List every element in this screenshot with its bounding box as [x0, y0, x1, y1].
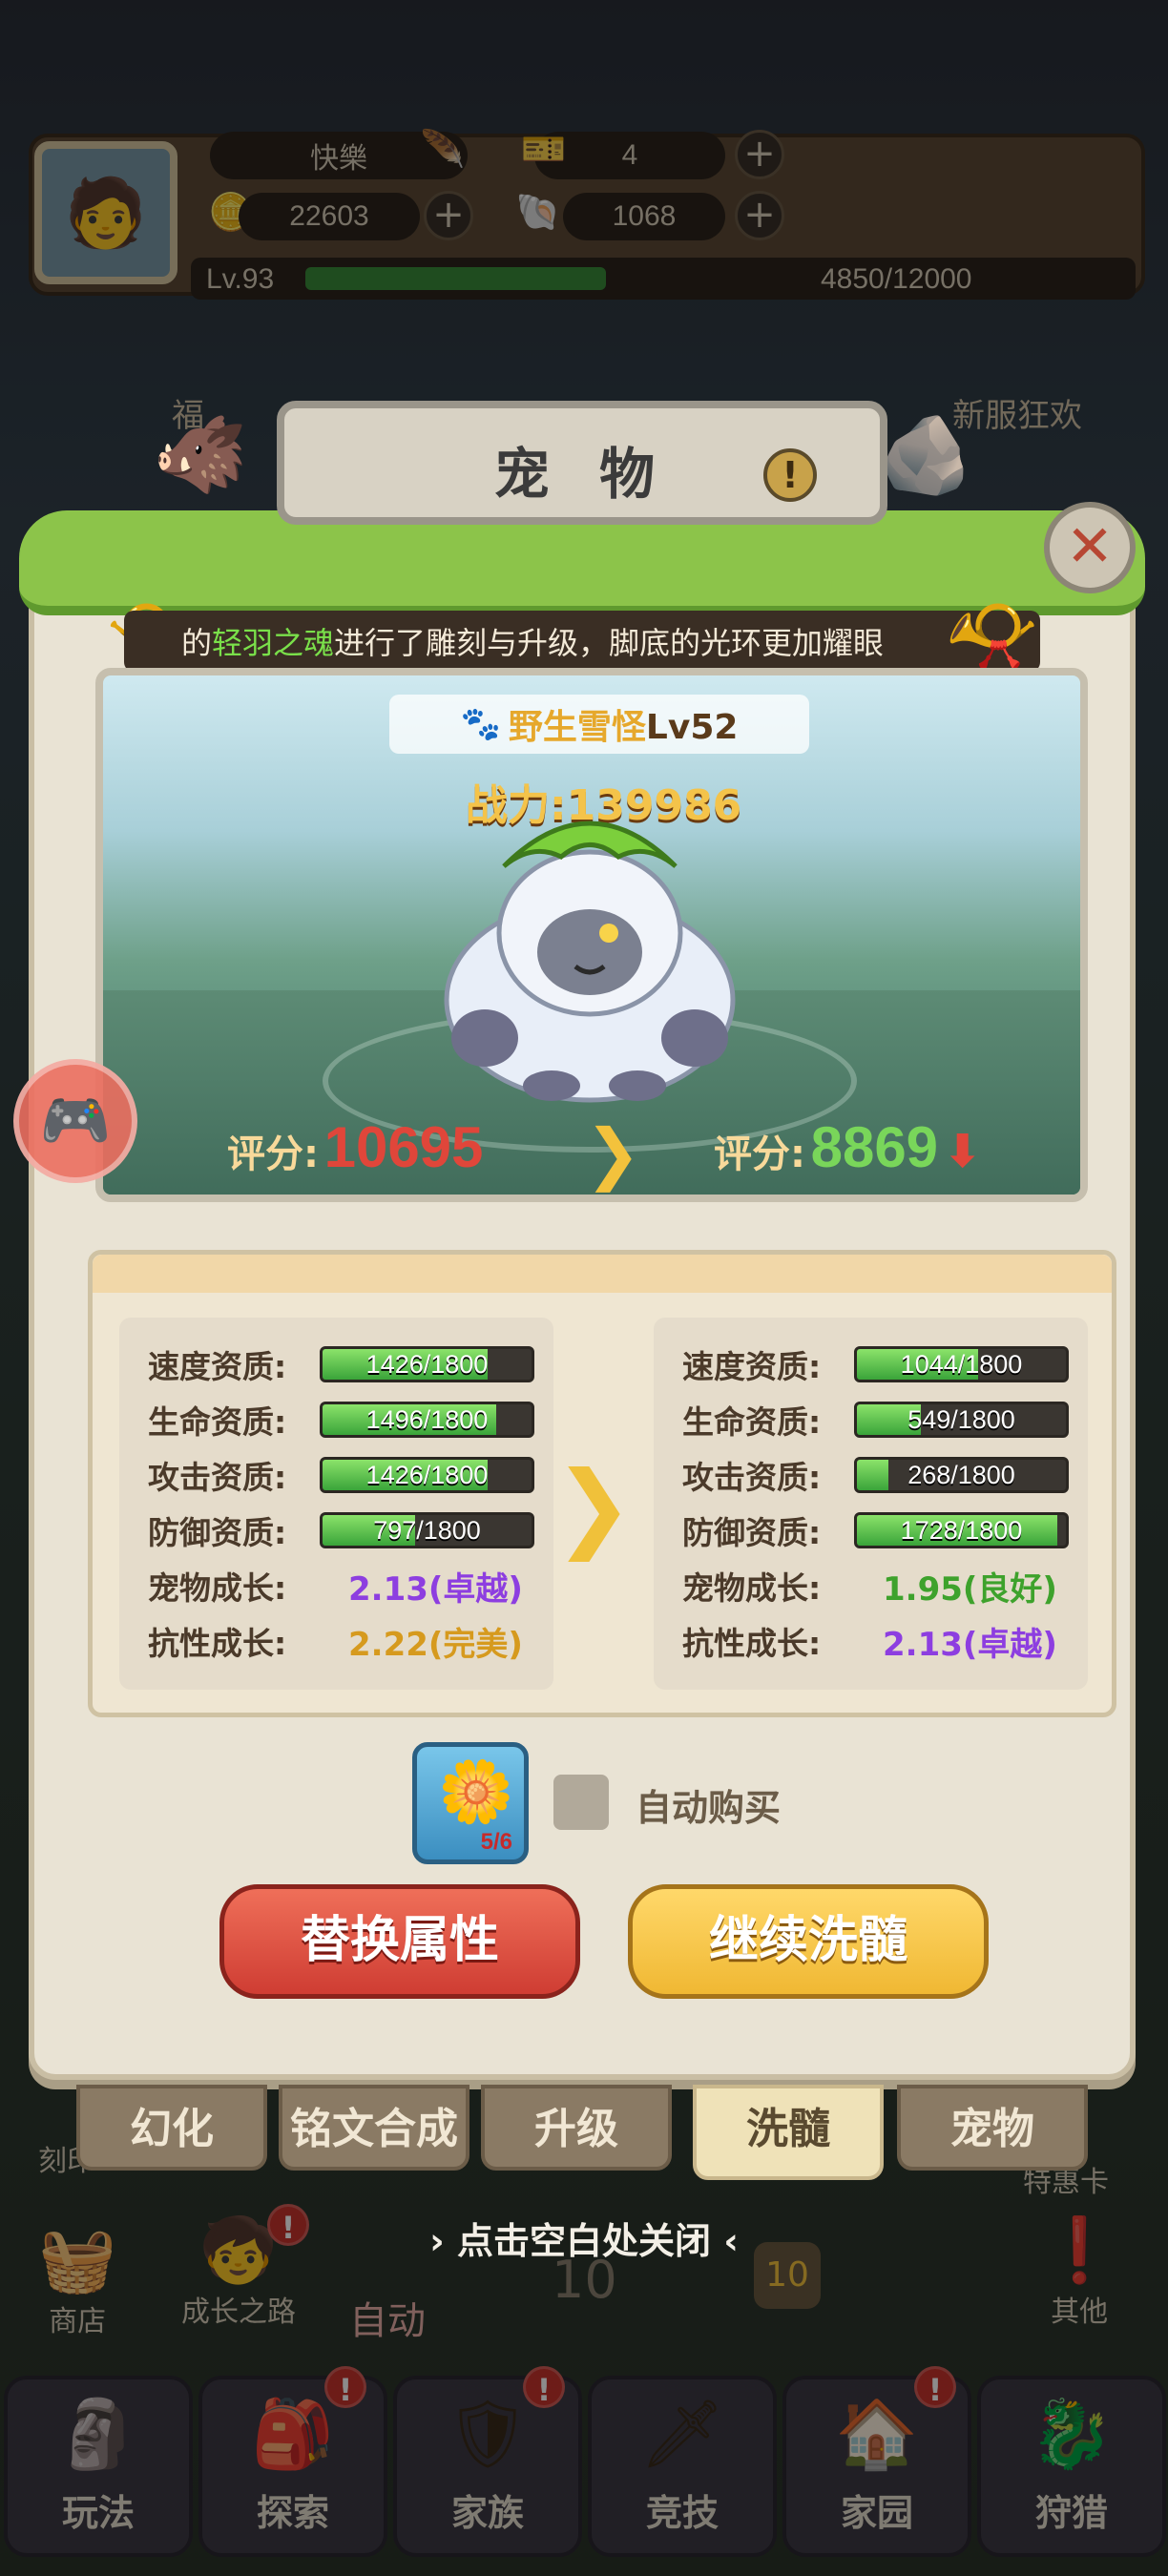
- stat-value: 1426/1800: [365, 1461, 489, 1489]
- info-button[interactable]: !: [763, 448, 817, 502]
- stat-label: 抗性成长:: [682, 1625, 822, 1662]
- stat-value: 268/1800: [907, 1461, 1015, 1489]
- auto-buy-checkbox[interactable]: [553, 1775, 609, 1830]
- score-current: 评分: 10695: [227, 1114, 483, 1180]
- stat-label: 防御资质:: [682, 1514, 822, 1551]
- stat-bar: 1426/1800: [320, 1457, 534, 1493]
- stat-bar: 1044/1800: [854, 1346, 1069, 1382]
- resist-value: 2.13(卓越): [883, 1625, 1057, 1664]
- compare-arrow-icon: ❯: [553, 1450, 634, 1562]
- score-down-icon: ⬇: [943, 1125, 982, 1178]
- stats-new: 速度资质: 1044/1800 生命资质: 549/1800 攻击资质: 268…: [654, 1318, 1088, 1690]
- tab-inscription[interactable]: 铭文合成: [279, 2085, 469, 2171]
- pet-tabs: 幻化 铭文合成 升级 洗髓 宠物: [76, 2085, 1088, 2180]
- score-new: 评分: 8869 ⬇: [714, 1114, 982, 1180]
- rock-decoration-icon: 🪨: [878, 410, 973, 499]
- stat-label: 宠物成长:: [682, 1569, 822, 1607]
- chevron-right-icon: ›: [429, 2220, 445, 2262]
- tab-transform[interactable]: 幻化: [76, 2085, 267, 2171]
- stat-row: 生命资质: 1496/1800: [148, 1396, 534, 1444]
- score-new-value: 8869: [810, 1115, 939, 1179]
- close-hint-text: 点击空白处关闭: [456, 2220, 711, 2262]
- stat-bar: 1496/1800: [320, 1402, 534, 1438]
- wash-item-slot[interactable]: 🌼 5/6: [412, 1742, 529, 1864]
- replace-attributes-button[interactable]: 替换属性: [219, 1884, 580, 1999]
- announcement-prefix: 的: [181, 625, 213, 661]
- score-label: 评分:: [714, 1132, 805, 1176]
- stat-label: 宠物成长:: [148, 1569, 287, 1607]
- tab-upgrade[interactable]: 升级: [481, 2085, 672, 2171]
- stat-bar: 268/1800: [854, 1457, 1069, 1493]
- stat-bar: 1426/1800: [320, 1346, 534, 1382]
- stat-value: 549/1800: [907, 1405, 1015, 1434]
- stat-label: 生命资质:: [682, 1403, 822, 1441]
- gamepad-floating-button[interactable]: 🎮: [13, 1059, 137, 1183]
- stat-value: 1496/1800: [365, 1405, 489, 1434]
- pet-level: Lv52: [645, 708, 739, 747]
- resist-value: 2.22(完美): [348, 1625, 523, 1664]
- pet-showcase: 🐾 野生雪怪Lv52 战力:139986 评分: 10695 ❯ 评分: 886…: [95, 668, 1088, 1202]
- close-hint[interactable]: › 点击空白处关闭 ‹: [0, 2212, 1168, 2264]
- stat-label: 攻击资质:: [148, 1459, 287, 1496]
- stat-label: 速度资质:: [682, 1348, 822, 1385]
- growth-value: 1.95(良好): [883, 1569, 1057, 1609]
- stat-row: 速度资质: 1426/1800: [148, 1340, 534, 1388]
- stat-label: 速度资质:: [148, 1348, 287, 1385]
- score-arrow-icon: ❯: [585, 1114, 641, 1193]
- stat-bar: 797/1800: [320, 1512, 534, 1548]
- growth-row: 宠物成长: 1.95(良好): [682, 1562, 1057, 1610]
- stat-row: 生命资质: 549/1800: [682, 1396, 1069, 1444]
- pet-name: 野生雪怪: [508, 708, 646, 747]
- stat-row: 速度资质: 1044/1800: [682, 1340, 1069, 1388]
- tab-pet[interactable]: 宠物: [897, 2085, 1088, 2171]
- stat-row: 攻击资质: 1426/1800: [148, 1451, 534, 1499]
- pet-name-ribbon: 🐾 野生雪怪Lv52: [389, 695, 809, 754]
- close-button[interactable]: ✕: [1044, 502, 1136, 593]
- stat-bar: 549/1800: [854, 1402, 1069, 1438]
- paw-badge-icon: 🐾: [460, 705, 501, 743]
- yeti-pet-image: [444, 821, 736, 1103]
- announcement-pet-name: 轻羽之魂: [212, 625, 335, 661]
- resist-row: 抗性成长: 2.13(卓越): [682, 1617, 1057, 1665]
- pet-title: 野生雪怪Lv52: [509, 699, 739, 749]
- stat-value: 1728/1800: [900, 1516, 1023, 1545]
- tab-wash[interactable]: 洗髓: [693, 2085, 884, 2180]
- stats-current: 速度资质: 1426/1800 生命资质: 1496/1800 攻击资质: 14…: [119, 1318, 553, 1690]
- stat-value: 797/1800: [373, 1516, 481, 1545]
- flower-icon: 🌼: [438, 1757, 514, 1828]
- panel-strip: [93, 1255, 1112, 1293]
- stat-label: 抗性成长:: [148, 1625, 287, 1662]
- stat-row: 防御资质: 797/1800: [148, 1506, 534, 1554]
- growth-row: 宠物成长: 2.13(卓越): [148, 1562, 523, 1610]
- resist-row: 抗性成长: 2.22(完美): [148, 1617, 523, 1665]
- chevron-left-icon: ‹: [723, 2220, 739, 2262]
- stat-value: 1426/1800: [365, 1350, 489, 1379]
- stat-label: 生命资质:: [148, 1403, 287, 1441]
- stat-row: 攻击资质: 268/1800: [682, 1451, 1069, 1499]
- item-count: 5/6: [480, 1829, 512, 1855]
- score-label: 评分:: [227, 1132, 319, 1176]
- stat-bar: 1728/1800: [854, 1512, 1069, 1548]
- growth-value: 2.13(卓越): [348, 1569, 523, 1609]
- auto-buy-label: 自动购买: [636, 1787, 782, 1829]
- stat-row: 防御资质: 1728/1800: [682, 1506, 1069, 1554]
- stat-label: 防御资质:: [148, 1514, 287, 1551]
- score-current-value: 10695: [323, 1115, 484, 1179]
- announcement-bar: 的轻羽之魂 进行了雕刻与升级，脚底的光环更加耀眼: [124, 611, 1040, 672]
- announcement-text: 进行了雕刻与升级，脚底的光环更加耀眼: [334, 625, 885, 661]
- stat-label: 攻击资质:: [682, 1459, 822, 1496]
- continue-wash-button[interactable]: 继续洗髓: [628, 1884, 989, 1999]
- stat-value: 1044/1800: [900, 1350, 1023, 1379]
- boar-decoration-icon: 🐗: [153, 410, 248, 499]
